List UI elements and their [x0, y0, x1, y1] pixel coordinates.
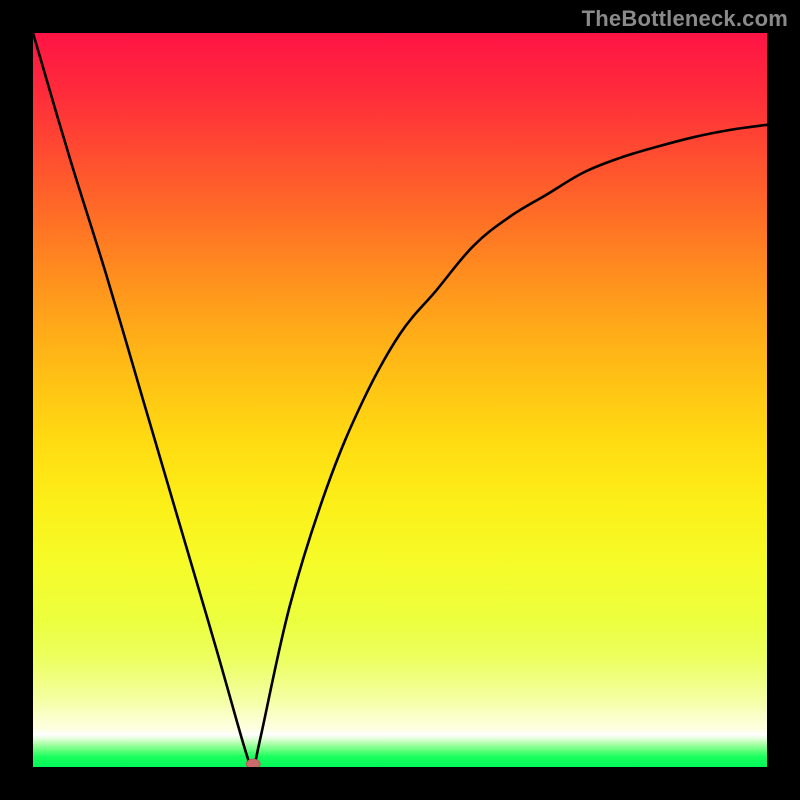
watermark-text: TheBottleneck.com: [582, 6, 788, 32]
plot-area: [33, 33, 767, 767]
bottleneck-curve: [33, 33, 767, 767]
minimum-marker: [246, 759, 260, 767]
chart-frame: TheBottleneck.com: [0, 0, 800, 800]
curve-svg: [33, 33, 767, 767]
